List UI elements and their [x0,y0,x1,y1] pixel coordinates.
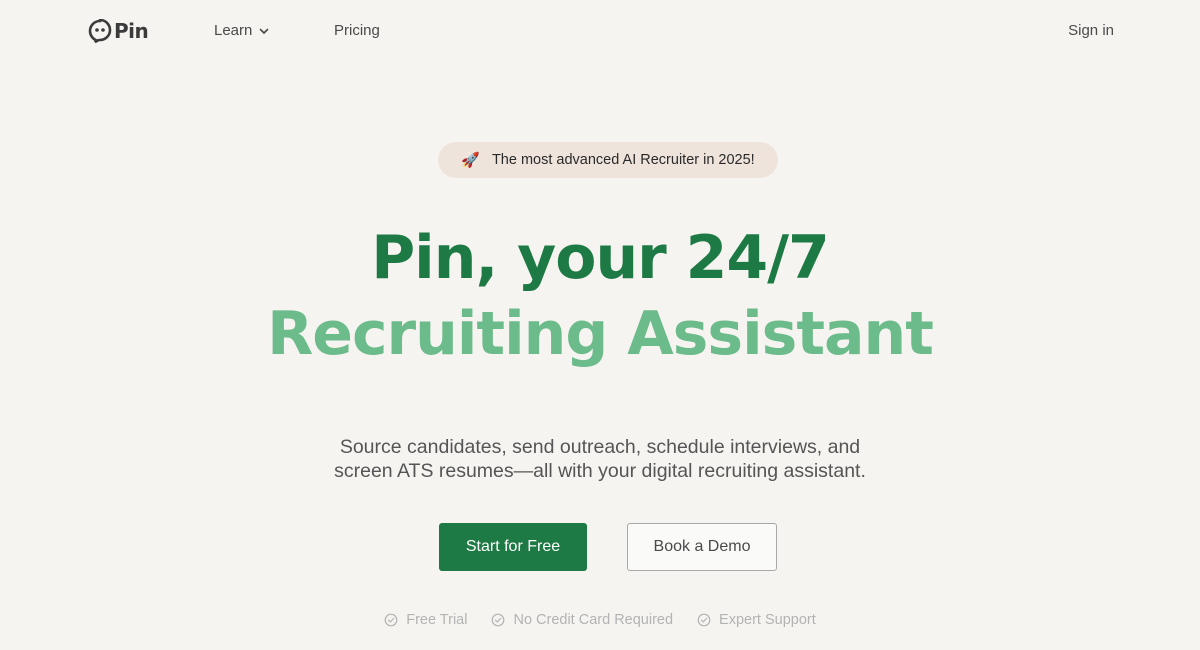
logo[interactable]: Pin [88,18,149,44]
subtitle-line-1: Source candidates, send outreach, schedu… [339,436,861,458]
feature-item: Free Trial [384,612,467,628]
check-circle-icon [384,613,398,627]
book-demo-button[interactable]: Book a Demo [627,523,777,571]
hero-heading: Pin, your 24/7 Recruiting Assistant [0,220,1200,372]
check-circle-icon [492,613,505,627]
rocket-icon: 🚀 [461,152,480,169]
start-for-free-button[interactable]: Start for Free [439,523,587,571]
feature-item: Expert Support [697,612,816,628]
hero-line-1: Pin, your 24/7 [371,223,830,293]
pin-logo-icon [88,19,112,43]
feature-label: No Credit Card Required [513,612,674,628]
hero-subtitle: Source candidates, send outreach, schedu… [0,435,1200,483]
sign-in-label: Sign in [1068,22,1114,39]
logo-text: Pin [114,19,149,43]
nav-pricing-link[interactable]: Pricing [334,22,380,39]
badge-text: The most advanced AI Recruiter in 2025! [491,152,755,168]
feature-label: Free Trial [406,612,468,628]
feature-label: Expert Support [719,612,816,628]
chevron-down-icon [258,25,270,37]
nav-learn-label: Learn [214,22,253,39]
nav-learn-dropdown[interactable]: Learn [214,22,270,39]
feature-list: Free Trial No Credit Card Required Exper… [0,612,1200,628]
check-circle-icon [697,613,711,627]
hero-line-2: Recruiting Assistant [267,299,934,369]
top-nav: Pin Learn Pricing Sign in [0,0,1200,62]
subtitle-line-2: screen ATS resumes—all with your digital… [334,460,866,482]
announcement-badge: 🚀 The most advanced AI Recruiter in 2025… [438,142,778,178]
nav-pricing-label: Pricing [334,22,380,39]
sign-in-link[interactable]: Sign in [1068,22,1114,39]
feature-item: No Credit Card Required [491,612,673,628]
